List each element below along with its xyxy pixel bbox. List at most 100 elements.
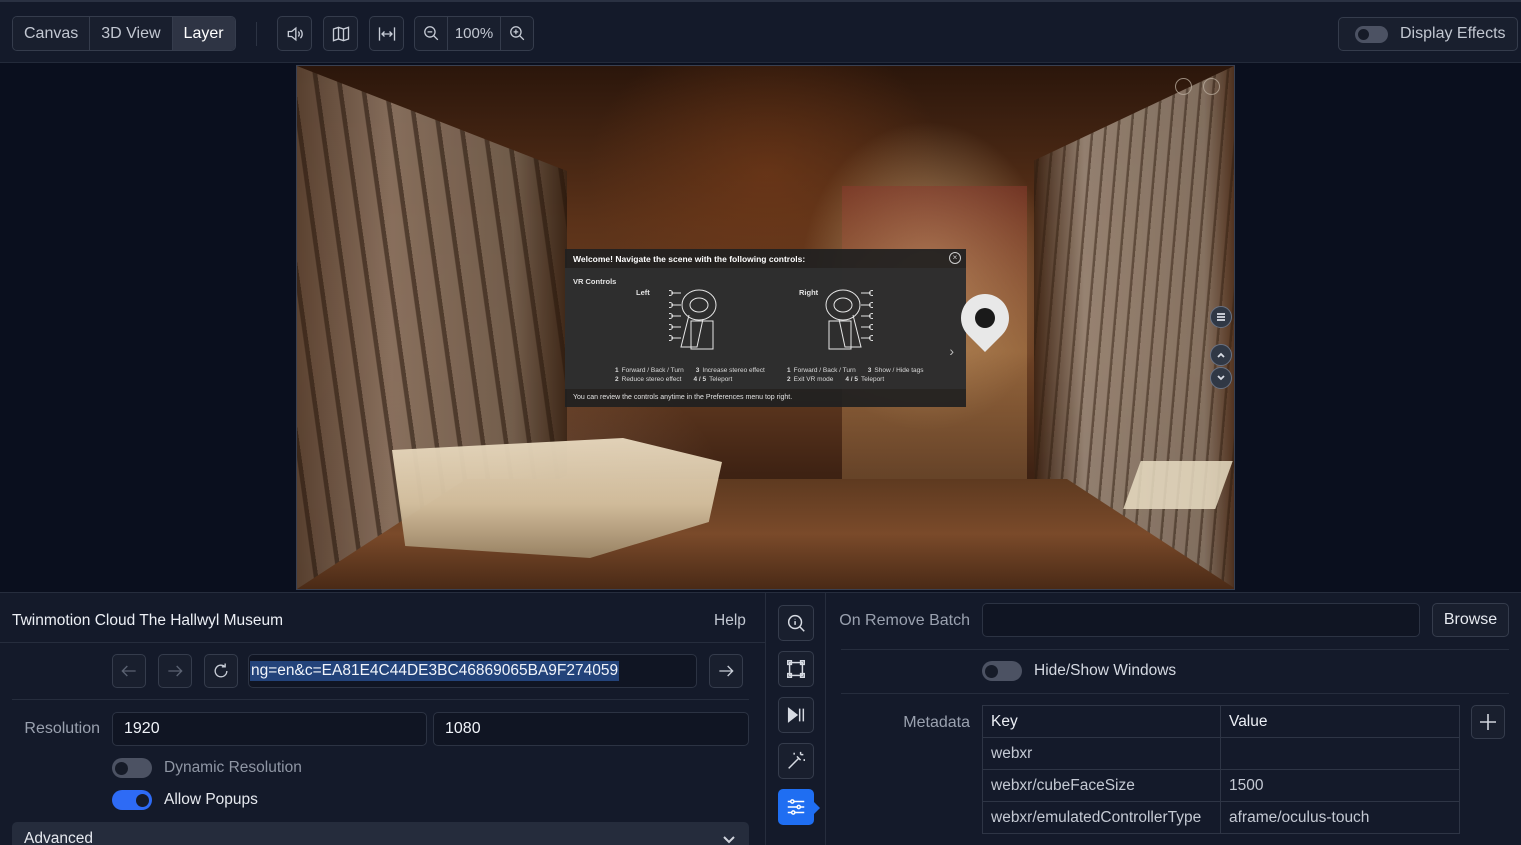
dynamic-resolution-toggle[interactable]: [112, 758, 152, 778]
legend-number: 2: [787, 376, 791, 383]
play-pause-icon: [787, 707, 805, 723]
playback-category-button[interactable]: [778, 697, 814, 733]
divider: [0, 642, 766, 643]
allow-popups-label: Allow Popups: [164, 791, 258, 808]
allow-popups-toggle[interactable]: [112, 790, 152, 810]
dynamic-resolution-row: Dynamic Resolution: [112, 758, 302, 778]
column-header-key: Key: [982, 705, 1221, 738]
modal-close-icon[interactable]: ×: [949, 252, 961, 264]
url-input[interactable]: ng=en&c=EA81E4C44DE3BC46869065BA9F274059: [248, 654, 697, 688]
legend-text: Teleport: [709, 376, 733, 383]
preferences-icon[interactable]: [1203, 78, 1220, 95]
floor-down-button[interactable]: [1210, 367, 1232, 389]
effects-category-button[interactable]: [778, 743, 814, 779]
hide-show-windows-label: Hide/Show Windows: [1034, 662, 1177, 679]
info-category-button[interactable]: [778, 605, 814, 641]
add-metadata-button[interactable]: [1471, 705, 1505, 739]
audio-button[interactable]: [277, 16, 312, 51]
tab-canvas[interactable]: Canvas: [13, 17, 91, 50]
legend-text: Reduce stereo effect: [621, 376, 682, 383]
zoom-level[interactable]: 100%: [448, 17, 500, 50]
arrow-right-icon: [719, 665, 734, 677]
zoom-in-icon: [509, 26, 524, 41]
floorplan-button[interactable]: [1210, 306, 1232, 328]
back-button[interactable]: [112, 654, 146, 688]
transform-category-button[interactable]: [778, 651, 814, 687]
display-effects-toggle[interactable]: Display Effects: [1338, 17, 1518, 51]
metadata-key[interactable]: webxr: [982, 737, 1221, 770]
display-effects-switch[interactable]: [1355, 25, 1388, 43]
legend-text: Exit VR mode: [793, 376, 834, 383]
property-category-bar: [766, 593, 826, 845]
search-info-icon: [787, 614, 805, 632]
legend-text: Forward / Back / Turn: [621, 367, 684, 374]
metadata-key[interactable]: webxr/cubeFaceSize: [982, 769, 1221, 802]
table-header-row: Key Value: [982, 705, 1460, 738]
left-hand-label: Left: [636, 288, 650, 297]
right-hand-label: Right: [799, 288, 819, 297]
tab-layer[interactable]: Layer: [172, 17, 235, 50]
panel-title: Twinmotion Cloud The Hallwyl Museum: [12, 612, 284, 629]
map-button[interactable]: [323, 16, 358, 51]
tab-3d-view[interactable]: 3D View: [90, 17, 173, 50]
transform-icon: [787, 660, 805, 678]
table-row[interactable]: webxr/cubeFaceSize 1500: [982, 769, 1460, 802]
fit-width-icon: [378, 26, 395, 41]
scene-viewport[interactable]: Welcome! Navigate the scene with the fol…: [296, 65, 1235, 590]
hide-show-windows-toggle[interactable]: [982, 661, 1022, 681]
scene-book: [1123, 461, 1233, 509]
zoom-out-button[interactable]: [415, 17, 448, 50]
metadata-key[interactable]: webxr/emulatedControllerType: [982, 801, 1221, 834]
legend-number: 1: [615, 367, 619, 374]
advanced-section-header[interactable]: Advanced: [12, 822, 749, 845]
hide-show-windows-row: Hide/Show Windows: [982, 661, 1176, 681]
reload-icon: [214, 663, 228, 678]
zoom-out-icon: [423, 26, 438, 41]
modal-title: Welcome! Navigate the scene with the fol…: [573, 254, 806, 264]
divider: [841, 649, 1509, 650]
reload-button[interactable]: [204, 654, 238, 688]
welcome-modal: Welcome! Navigate the scene with the fol…: [565, 249, 966, 407]
browse-button[interactable]: Browse: [1432, 603, 1509, 637]
legend-text: Teleport: [861, 376, 885, 383]
vr-controls-heading: VR Controls: [573, 277, 617, 286]
speaker-icon: [287, 26, 303, 41]
on-remove-batch-input[interactable]: [982, 603, 1420, 637]
vr-headset-icon[interactable]: [1175, 78, 1192, 95]
floor-up-button[interactable]: [1210, 344, 1232, 366]
fit-width-button[interactable]: [369, 16, 404, 51]
metadata-value[interactable]: [1220, 737, 1460, 770]
properties-category-button[interactable]: [778, 789, 820, 825]
chevron-down-icon: [723, 836, 735, 844]
legend-number: 3: [695, 367, 700, 374]
legend-text: Show / Hide tags: [874, 367, 924, 374]
zoom-in-button[interactable]: [500, 17, 533, 50]
viewer-corner-icons: [1175, 78, 1220, 95]
chevron-up-icon: [1217, 352, 1225, 358]
url-text: ng=en&c=EA81E4C44DE3BC46869065BA9F274059: [250, 661, 620, 681]
resolution-width-input[interactable]: 1920: [112, 712, 427, 746]
resolution-height-input[interactable]: 1080: [433, 712, 749, 746]
arrow-left-icon: [121, 665, 136, 677]
divider: [841, 693, 1509, 694]
zoom-control: 100%: [414, 16, 534, 51]
table-row[interactable]: webxr/emulatedControllerType aframe/ocul…: [982, 801, 1460, 834]
legend-text: Forward / Back / Turn: [793, 367, 856, 374]
help-link[interactable]: Help: [714, 612, 746, 630]
magic-wand-icon: [788, 751, 805, 769]
metadata-value[interactable]: 1500: [1220, 769, 1460, 802]
metadata-value[interactable]: aframe/oculus-touch: [1220, 801, 1460, 834]
table-row[interactable]: webxr: [982, 737, 1460, 770]
legend-number: 4 / 5: [845, 376, 859, 383]
legend-text: Increase stereo effect: [702, 367, 765, 374]
metadata-table: Key Value webxr webxr/cubeFaceSize 1500 …: [982, 705, 1460, 834]
web-layer-panel: Twinmotion Cloud The Hallwyl Museum Help…: [0, 593, 766, 845]
modal-next-icon[interactable]: ›: [949, 343, 954, 359]
legend-number: 2: [615, 376, 619, 383]
left-controls-legend: 1 Forward / Back / Turn 3 Increase stereo e…: [615, 366, 765, 384]
forward-button[interactable]: [158, 654, 192, 688]
legend-number: 4 / 5: [693, 376, 707, 383]
list-icon: [1217, 313, 1225, 321]
dynamic-resolution-label: Dynamic Resolution: [164, 759, 302, 776]
go-button[interactable]: [709, 654, 743, 688]
